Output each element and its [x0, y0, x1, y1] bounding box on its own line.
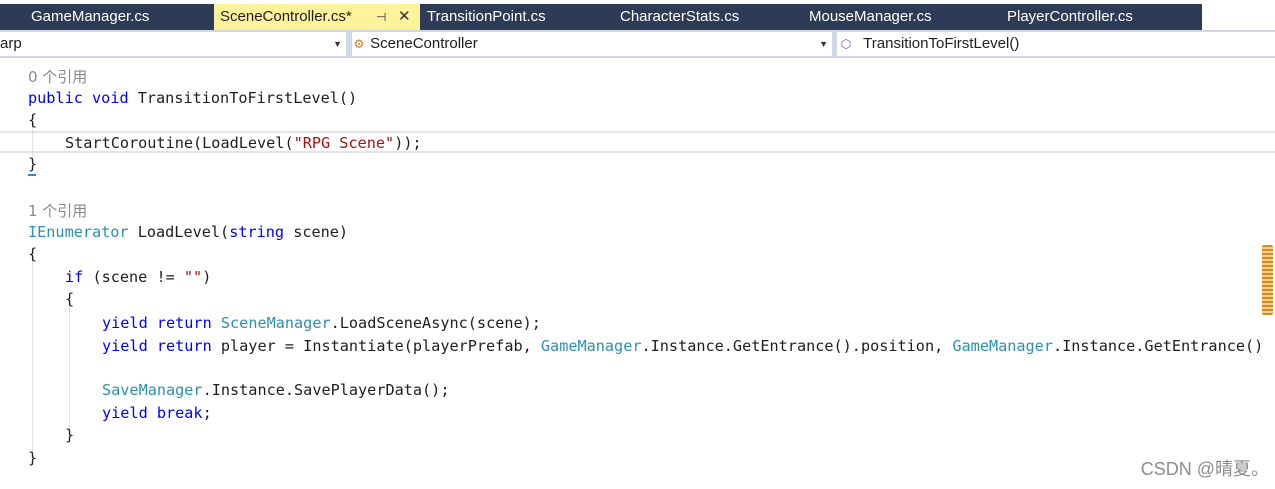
codelens-references[interactable]: 1 个引用	[28, 200, 87, 222]
code-token: ));	[394, 134, 422, 152]
code-token: SceneManager	[220, 314, 331, 332]
code-token: .LoadSceneAsync(scene);	[330, 314, 541, 332]
code-token: yield break	[102, 404, 203, 422]
code-line: }	[65, 424, 74, 446]
tab-scenecontroller[interactable]: SceneController.cs* ⊣ ✕	[214, 4, 420, 30]
code-token: )	[202, 268, 212, 286]
code-token: .Instance.SavePlayerData();	[202, 381, 450, 399]
code-token: }	[28, 449, 38, 467]
project-dropdown[interactable]: arp ▼	[0, 32, 346, 56]
document-tab-bar: GameManager.cs SceneController.cs* ⊣ ✕ T…	[0, 0, 1275, 30]
code-line: public void TransitionToFirstLevel()	[28, 87, 357, 109]
code-token: }	[28, 155, 38, 173]
code-token: SaveManager	[102, 381, 203, 399]
method-icon: ⬡	[840, 37, 852, 51]
code-line: SaveManager.Instance.SavePlayerData();	[102, 379, 449, 401]
code-editor[interactable]: 0 个引用 public void TransitionToFirstLevel…	[0, 58, 1275, 489]
scrollbar-marker[interactable]	[1262, 245, 1273, 315]
watermark: CSDN @晴夏。	[1140, 459, 1269, 479]
code-line: IEnumerator LoadLevel(string scene)	[28, 221, 348, 243]
code-line: }	[28, 153, 37, 175]
tab-gamemanager[interactable]: GameManager.cs	[0, 4, 214, 30]
code-token: GameManager	[540, 337, 642, 355]
code-token: {	[65, 290, 75, 308]
class-dropdown[interactable]: ⚙ SceneController ▼	[352, 32, 832, 56]
chevron-down-icon: ▼	[819, 39, 828, 49]
code-token: .Instance.GetEntrance()	[1052, 337, 1264, 355]
tab-playercontroller[interactable]: PlayerController.cs	[1000, 4, 1202, 30]
code-token: IEnumerator	[28, 223, 129, 241]
tab-characterstats[interactable]: CharacterStats.cs	[610, 4, 800, 30]
code-line: StartCoroutine(LoadLevel("RPG Scene"));	[65, 132, 422, 154]
code-token: yield return	[102, 337, 212, 355]
code-line: {	[28, 243, 37, 265]
pin-icon[interactable]: ⊣	[376, 4, 386, 30]
tab-label: MouseManager.cs	[809, 8, 932, 25]
tab-label: TransitionPoint.cs	[427, 8, 546, 25]
code-line: yield return player = Instantiate(player…	[102, 335, 1263, 357]
code-token: yield return	[102, 314, 212, 332]
chevron-down-icon: ▼	[333, 39, 342, 49]
tab-label: GameManager.cs	[31, 8, 150, 25]
close-icon[interactable]: ✕	[398, 4, 411, 30]
code-line: }	[28, 447, 37, 469]
code-token: StartCoroutine(LoadLevel(	[65, 134, 294, 152]
code-line: {	[65, 288, 74, 310]
code-token: .Instance.GetEntrance().position,	[641, 337, 953, 355]
project-label: arp	[0, 35, 22, 52]
code-token: public	[28, 89, 83, 107]
tab-label: SceneController.cs*	[220, 8, 352, 25]
tab-label: CharacterStats.cs	[620, 8, 740, 25]
code-line: yield break;	[102, 402, 212, 424]
code-token: {	[28, 111, 38, 129]
indent-guide	[32, 256, 33, 462]
class-icon: ⚙	[353, 37, 365, 51]
code-token: (scene !=	[83, 268, 184, 286]
code-token: "RPG Scene"	[293, 134, 395, 152]
tab-transitionpoint[interactable]: TransitionPoint.cs	[420, 4, 610, 30]
code-token: player = Instantiate(playerPrefab,	[211, 337, 541, 355]
code-token: LoadLevel(	[128, 223, 230, 241]
code-token: void	[92, 89, 129, 107]
code-token: {	[28, 245, 38, 263]
code-line: {	[28, 109, 37, 131]
code-token: string	[229, 223, 285, 241]
navigation-bar: arp ▼ ⚙ SceneController ▼ ⬡ TransitionTo…	[0, 30, 1275, 58]
codelens-references[interactable]: 0 个引用	[28, 66, 87, 88]
member-dropdown[interactable]: ⬡ TransitionToFirstLevel()	[837, 32, 1275, 56]
tab-mousemanager[interactable]: MouseManager.cs	[800, 4, 1000, 30]
tab-label: PlayerController.cs	[1007, 8, 1133, 25]
code-token: if	[65, 268, 84, 286]
member-label: TransitionToFirstLevel()	[863, 35, 1020, 52]
indent-guide	[69, 301, 70, 438]
class-label: SceneController	[370, 35, 478, 52]
code-token: ;	[202, 404, 212, 422]
code-line: if (scene != "")	[65, 266, 211, 288]
code-token: ""	[183, 268, 203, 286]
code-token: }	[65, 426, 75, 444]
code-token: TransitionToFirstLevel()	[128, 89, 358, 107]
code-line: yield return SceneManager.LoadSceneAsync…	[102, 312, 541, 334]
code-token: GameManager	[952, 337, 1053, 355]
code-token: scene)	[284, 223, 349, 241]
